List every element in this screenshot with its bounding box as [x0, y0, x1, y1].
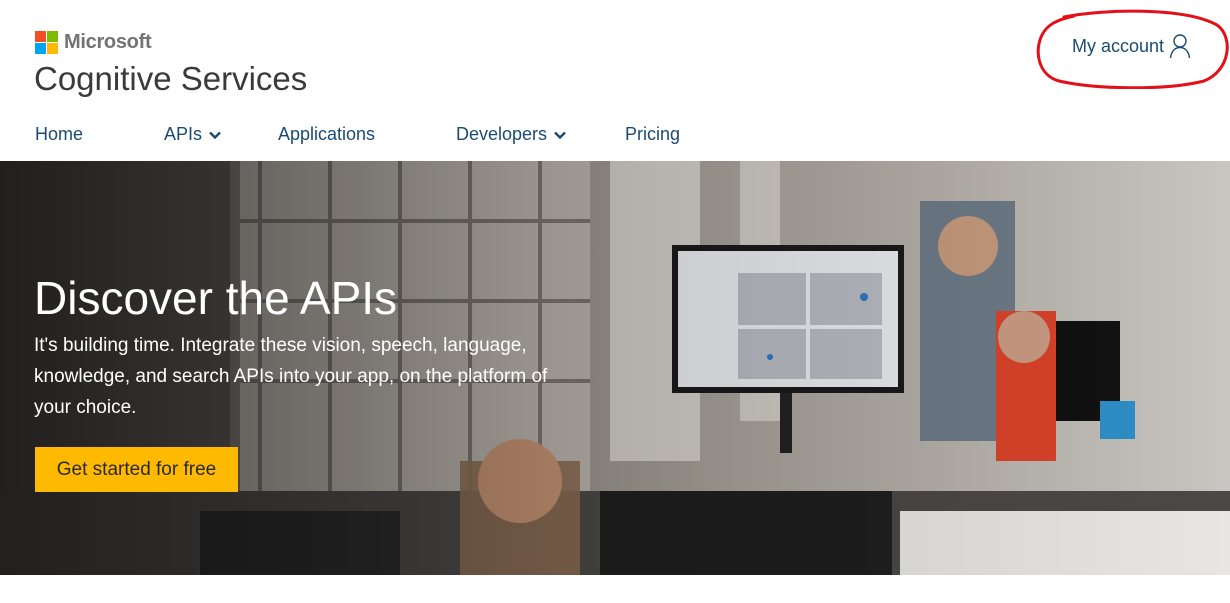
microsoft-logo-icon — [35, 31, 58, 54]
hero-subtitle: It's building time. Integrate these visi… — [34, 335, 548, 418]
hero-title: Discover the APIs — [34, 272, 398, 324]
nav-developers-label: Developers — [456, 124, 548, 144]
nav-home-label: Home — [35, 124, 84, 144]
get-started-button[interactable]: Get started for free — [35, 447, 238, 492]
my-account-link[interactable]: My account — [1072, 33, 1191, 59]
site-header: Microsoft Cognitive Services My account … — [0, 0, 1230, 160]
nav-apis-label: APIs — [164, 124, 203, 144]
product-title[interactable]: Cognitive Services — [34, 60, 307, 98]
main-nav: Home APIs Applications Developers Pricin… — [0, 124, 1230, 148]
my-account-label: My account — [1072, 35, 1165, 56]
nav-pricing-label: Pricing — [625, 124, 681, 144]
nav-item-home[interactable]: Home — [35, 124, 83, 145]
chevron-down-icon — [209, 131, 221, 139]
hero-banner: Discover the APIs It's building time. In… — [0, 161, 1230, 575]
nav-item-apis[interactable]: APIs — [164, 124, 221, 145]
company-name: Microsoft — [64, 31, 152, 53]
nav-item-applications[interactable]: Applications — [278, 124, 375, 145]
nav-item-developers[interactable]: Developers — [456, 124, 566, 145]
hero-text-block: Discover the APIs It's building time. In… — [34, 270, 574, 423]
chevron-down-icon — [554, 131, 566, 139]
nav-applications-label: Applications — [278, 124, 376, 144]
microsoft-logo[interactable]: Microsoft — [35, 31, 152, 54]
nav-item-pricing[interactable]: Pricing — [625, 124, 680, 145]
user-icon — [1169, 34, 1191, 59]
